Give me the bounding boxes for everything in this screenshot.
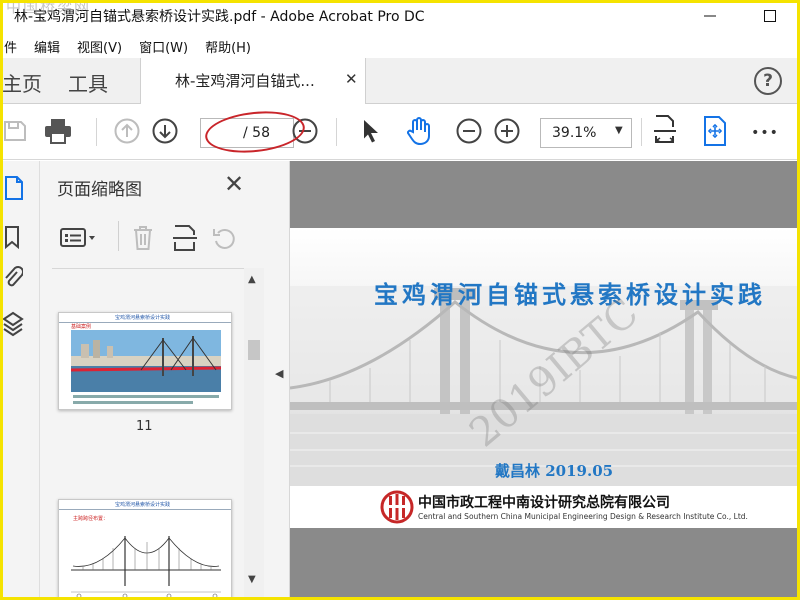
thumbnail-caption: 基础案例 xyxy=(71,324,92,330)
help-icon[interactable]: ? xyxy=(754,67,782,95)
maximize-icon xyxy=(764,10,776,22)
organization-logo xyxy=(380,490,414,524)
document-footer: 中国市政工程中南设计研究总院有限公司 Central and Southern … xyxy=(290,486,797,528)
tab-tools[interactable]: 工具 xyxy=(68,68,108,97)
thumbnail-text-line xyxy=(73,401,193,404)
minus-circle-icon xyxy=(456,118,482,144)
panel-toolbar-separator xyxy=(118,221,119,251)
tab-document-label: 林-宝鸡渭河自锚式... xyxy=(175,72,315,90)
tab-document[interactable]: 林-宝鸡渭河自锚式... ✕ xyxy=(140,58,366,104)
minimize-button[interactable] xyxy=(692,4,728,28)
thumbnail-options-button[interactable] xyxy=(60,227,98,253)
trash-icon xyxy=(134,226,152,250)
full-screen-button[interactable] xyxy=(700,116,730,146)
arrow-up-circle-icon xyxy=(114,118,140,144)
layers-icon[interactable] xyxy=(2,311,24,341)
zoom-select[interactable]: 39.1% ▼ xyxy=(540,118,632,148)
chevron-left-icon: ◀ xyxy=(275,367,284,380)
next-page-button[interactable] xyxy=(150,116,180,146)
thumbnail-page-11[interactable]: 宝鸡渭河悬索桥设计实践 基础案例 xyxy=(58,312,232,410)
scroll-down-icon[interactable]: ▼ xyxy=(248,574,256,585)
menu-window[interactable]: 窗口(W) xyxy=(139,37,188,56)
print-icon xyxy=(45,119,71,144)
menu-bar: 件 编辑 视图(V) 窗口(W) 帮助(H) xyxy=(0,34,800,58)
rotate-page-button[interactable] xyxy=(212,225,238,255)
panel-title: 页面缩略图 xyxy=(57,180,142,200)
thumbnail-header: 宝鸡渭河悬索桥设计实践 xyxy=(115,502,171,508)
menu-view[interactable]: 视图(V) xyxy=(77,37,122,56)
hand-icon xyxy=(407,117,430,146)
bookmark-icon[interactable] xyxy=(4,225,22,253)
arrow-down-circle-icon xyxy=(152,118,178,144)
hand-tool-button[interactable] xyxy=(404,116,434,146)
more-tools-icon[interactable]: ••• xyxy=(750,118,780,148)
document-author-date: 戴昌林 2019.05 xyxy=(495,462,614,480)
thumbnails-scrollbar[interactable]: ▲ ▼ xyxy=(244,268,264,600)
previous-page-button[interactable] xyxy=(112,116,142,146)
bridge-elevation-thumbnail xyxy=(71,536,221,599)
toolbar: / 58 39.1% ▼ ••• xyxy=(0,104,800,160)
document-view[interactable]: 宝鸡渭河自锚式悬索桥设计实践 2019IBTC 戴昌林 2019.05 中国市政… xyxy=(290,161,800,600)
thumbnails-panel: 页面缩略图 ✕ 宝鸡渭河悬索桥设计实践 基础案例 11 宝鸡渭河悬索桥设计实践 … xyxy=(40,161,270,600)
save-button[interactable] xyxy=(0,116,30,146)
save-icon xyxy=(4,121,26,141)
scrollbar-thumb[interactable] xyxy=(248,340,260,360)
tabs-bar: 主页 工具 林-宝鸡渭河自锚式... ✕ ? xyxy=(0,58,800,104)
page-thumbnails-icon[interactable] xyxy=(4,175,24,205)
rotate-icon xyxy=(213,228,235,249)
fit-width-icon xyxy=(654,115,676,143)
delete-page-button[interactable] xyxy=(132,225,154,255)
thumbnail-text-line xyxy=(73,395,219,398)
thumbnail-header: 宝鸡渭河悬索桥设计实践 xyxy=(115,315,171,321)
thumbnail-page-number: 11 xyxy=(136,419,153,434)
title-bar: 林-宝鸡渭河自锚式悬索桥设计实践.pdf - Adobe Acrobat Pro… xyxy=(0,0,800,32)
thumbnail-subheading: 主跨跨径布置： xyxy=(73,516,109,522)
navigation-rail xyxy=(0,161,40,600)
thumbnail-page-12[interactable]: 宝鸡渭河悬索桥设计实践 主跨跨径布置： xyxy=(58,499,232,600)
toolbar-separator xyxy=(641,118,642,146)
zoom-out-button[interactable] xyxy=(454,116,484,146)
tab-home[interactable]: 主页 xyxy=(2,68,42,97)
zoom-in-button[interactable] xyxy=(492,116,522,146)
document-page: 宝鸡渭河自锚式悬索桥设计实践 2019IBTC 戴昌林 2019.05 中国市政… xyxy=(290,228,797,528)
menu-file[interactable]: 件 xyxy=(4,37,17,56)
print-button[interactable] xyxy=(43,116,73,146)
organization-name-en: Central and Southern China Municipal Eng… xyxy=(418,512,748,521)
toolbar-separator xyxy=(96,118,97,146)
minimize-icon xyxy=(704,15,716,17)
corner-watermark: 中国桥梁网 xyxy=(6,0,92,16)
fit-width-button[interactable] xyxy=(650,115,680,146)
tab-close-icon[interactable]: ✕ xyxy=(345,70,358,88)
select-tool-button[interactable] xyxy=(356,116,386,146)
organization-name-cn: 中国市政工程中南设计研究总院有限公司 xyxy=(418,495,670,511)
document-title: 宝鸡渭河自锚式悬索桥设计实践 xyxy=(374,280,766,309)
cursor-arrow-icon xyxy=(364,120,378,143)
menu-edit[interactable]: 编辑 xyxy=(34,37,60,56)
plus-circle-icon xyxy=(494,118,520,144)
extract-page-icon xyxy=(173,225,197,251)
extract-page-button[interactable] xyxy=(172,225,198,255)
attachment-icon[interactable] xyxy=(3,265,24,295)
full-screen-icon xyxy=(704,116,726,146)
maximize-button[interactable] xyxy=(752,4,788,28)
menu-help[interactable]: 帮助(H) xyxy=(205,37,251,56)
chevron-down-icon: ▼ xyxy=(615,125,623,136)
options-menu-icon xyxy=(60,228,95,247)
panel-collapse-handle[interactable]: ◀ xyxy=(270,161,290,600)
panel-close-icon[interactable]: ✕ xyxy=(224,170,244,198)
zoom-value: 39.1% xyxy=(552,125,597,141)
toolbar-separator xyxy=(336,118,337,146)
panel-toolbar xyxy=(52,217,258,269)
scroll-up-icon[interactable]: ▲ xyxy=(248,274,256,285)
bridge-photo-thumbnail xyxy=(71,330,221,392)
